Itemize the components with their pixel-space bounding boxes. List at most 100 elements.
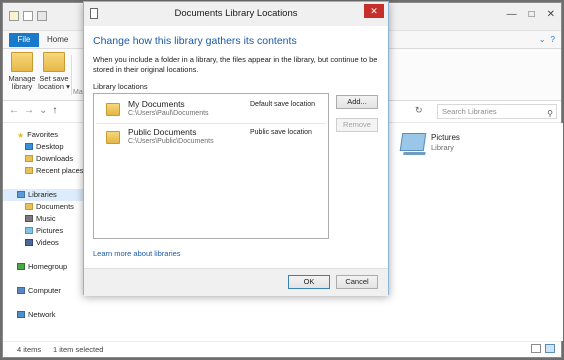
libraries-group: Libraries Documents Music Pictures Video…	[3, 189, 87, 249]
item-count: 4 items	[17, 345, 42, 354]
details-view-icon[interactable]	[531, 344, 541, 353]
refresh-icon[interactable]: ↻	[415, 105, 423, 116]
nav-libraries-label: Libraries	[28, 190, 57, 199]
save-location-icon	[43, 52, 65, 72]
nav-item-label: Desktop	[36, 142, 64, 151]
location-status: Public save location	[250, 129, 312, 136]
add-button[interactable]: Add...	[336, 95, 378, 109]
folder-icon	[106, 103, 120, 116]
ok-button[interactable]: OK	[288, 275, 330, 289]
manage-library-button[interactable]: Manage library	[7, 52, 37, 91]
tab-home[interactable]: Home	[47, 34, 68, 46]
search-icon[interactable]: ⚲	[547, 107, 553, 120]
dialog-body: Change how this library gathers its cont…	[84, 26, 388, 268]
new-file-icon[interactable]	[23, 11, 33, 21]
view-toggles	[531, 344, 555, 353]
documents-icon	[25, 203, 33, 210]
remove-button[interactable]: Remove	[336, 118, 378, 132]
desktop-icon	[25, 143, 33, 150]
dialog-close-button[interactable]: ✕	[364, 4, 384, 18]
nav-network-label: Network	[28, 310, 56, 319]
status-bar: 4 items 1 item selected	[3, 341, 561, 357]
nav-computer[interactable]: Computer	[3, 285, 87, 297]
location-path: C:\Users\Public\Documents	[128, 138, 214, 145]
selection-count: 1 item selected	[53, 345, 104, 354]
music-icon	[25, 215, 33, 222]
location-name: My Documents	[128, 99, 185, 109]
nav-network[interactable]: Network	[3, 309, 87, 321]
chevron-down-icon[interactable]: ⌄	[539, 35, 546, 44]
pictures-icon	[25, 227, 33, 234]
list-item[interactable]: Public Documents C:\Users\Public\Documen…	[96, 124, 326, 150]
library-tile-type: Library	[431, 143, 454, 152]
list-item[interactable]: My Documents C:\Users\Paul\Documents Def…	[96, 96, 326, 122]
nav-item-music[interactable]: Music	[3, 213, 87, 225]
nav-item-documents[interactable]: Documents	[3, 201, 87, 213]
location-name: Public Documents	[128, 127, 197, 137]
computer-icon	[17, 287, 25, 294]
nav-item-label: Music	[36, 214, 56, 223]
library-tile-name: Pictures	[431, 133, 460, 142]
computer-group: Computer	[3, 285, 87, 297]
maximize-icon[interactable]: □	[529, 9, 535, 20]
set-save-location-label: Set save location ▾	[38, 74, 70, 91]
ribbon-divider	[71, 55, 72, 95]
nav-computer-label: Computer	[28, 286, 61, 295]
network-group: Network	[3, 309, 87, 321]
nav-favorites-label: Favorites	[27, 130, 59, 139]
nav-homegroup-label: Homegroup	[28, 262, 68, 271]
nav-item-videos[interactable]: Videos	[3, 237, 87, 249]
network-icon	[17, 311, 25, 318]
nav-item-label: Downloads	[36, 154, 74, 163]
folder-icon	[106, 131, 120, 144]
homegroup-group: Homegroup	[3, 261, 87, 273]
back-icon[interactable]: ←	[9, 105, 19, 116]
location-path: C:\Users\Paul\Documents	[128, 110, 209, 117]
homegroup-icon	[17, 263, 25, 270]
nav-buttons: ← → ⌄ ↑	[9, 105, 57, 116]
location-status: Default save location	[250, 101, 315, 108]
manage-library-icon	[11, 52, 33, 72]
new-folder-icon[interactable]	[37, 11, 47, 21]
forward-icon[interactable]: →	[24, 105, 34, 116]
dialog-title: Documents Library Locations	[174, 8, 298, 19]
library-locations-dialog: Documents Library Locations ✕ Change how…	[83, 1, 389, 296]
ribbon-group-caption: Ma	[73, 89, 83, 96]
up-icon[interactable]: ↑	[52, 105, 57, 116]
navigation-pane: ★ Favorites Desktop Downloads Recent plac…	[3, 123, 87, 341]
favorites-group: ★ Favorites Desktop Downloads Recent plac…	[3, 129, 87, 177]
nav-item-pictures[interactable]: Pictures	[3, 225, 87, 237]
dialog-titlebar: Documents Library Locations ✕	[84, 2, 388, 26]
dialog-description: When you include a folder in a library, …	[93, 55, 378, 74]
ribbon-controls: ⌄ ?	[539, 35, 555, 44]
locations-list[interactable]: My Documents C:\Users\Paul\Documents Def…	[93, 93, 329, 239]
tab-file[interactable]: File	[9, 33, 39, 47]
pictures-library-icon	[399, 133, 427, 151]
recent-places-icon	[25, 167, 33, 174]
search-input[interactable]: Search Libraries ⚲	[437, 104, 557, 119]
manage-library-label: Manage library	[8, 74, 36, 91]
dialog-footer: OK Cancel	[84, 268, 388, 296]
learn-more-link[interactable]: Learn more about libraries	[93, 249, 181, 258]
nav-item-label: Pictures	[36, 226, 64, 235]
search-placeholder: Search Libraries	[442, 107, 497, 116]
nav-item-downloads[interactable]: Downloads	[3, 153, 87, 165]
nav-item-recent-places[interactable]: Recent places	[3, 165, 87, 177]
downloads-icon	[25, 155, 33, 162]
minimize-icon[interactable]: —	[507, 9, 517, 20]
close-icon[interactable]: ✕	[547, 9, 555, 20]
videos-icon	[25, 239, 33, 246]
nav-favorites[interactable]: ★ Favorites	[3, 129, 87, 141]
nav-item-label: Documents	[36, 202, 74, 211]
help-icon[interactable]: ?	[551, 35, 555, 44]
properties-icon[interactable]	[9, 11, 19, 21]
cancel-button[interactable]: Cancel	[336, 275, 378, 289]
dialog-heading: Change how this library gathers its cont…	[93, 35, 297, 47]
set-save-location-button[interactable]: Set save location ▾	[38, 52, 70, 91]
nav-libraries[interactable]: Libraries	[3, 189, 87, 201]
recent-chevron-icon[interactable]: ⌄	[39, 105, 47, 116]
nav-item-desktop[interactable]: Desktop	[3, 141, 87, 153]
nav-homegroup[interactable]: Homegroup	[3, 261, 87, 273]
large-icons-view-icon[interactable]	[545, 344, 555, 353]
close-icon: ✕	[370, 6, 378, 16]
